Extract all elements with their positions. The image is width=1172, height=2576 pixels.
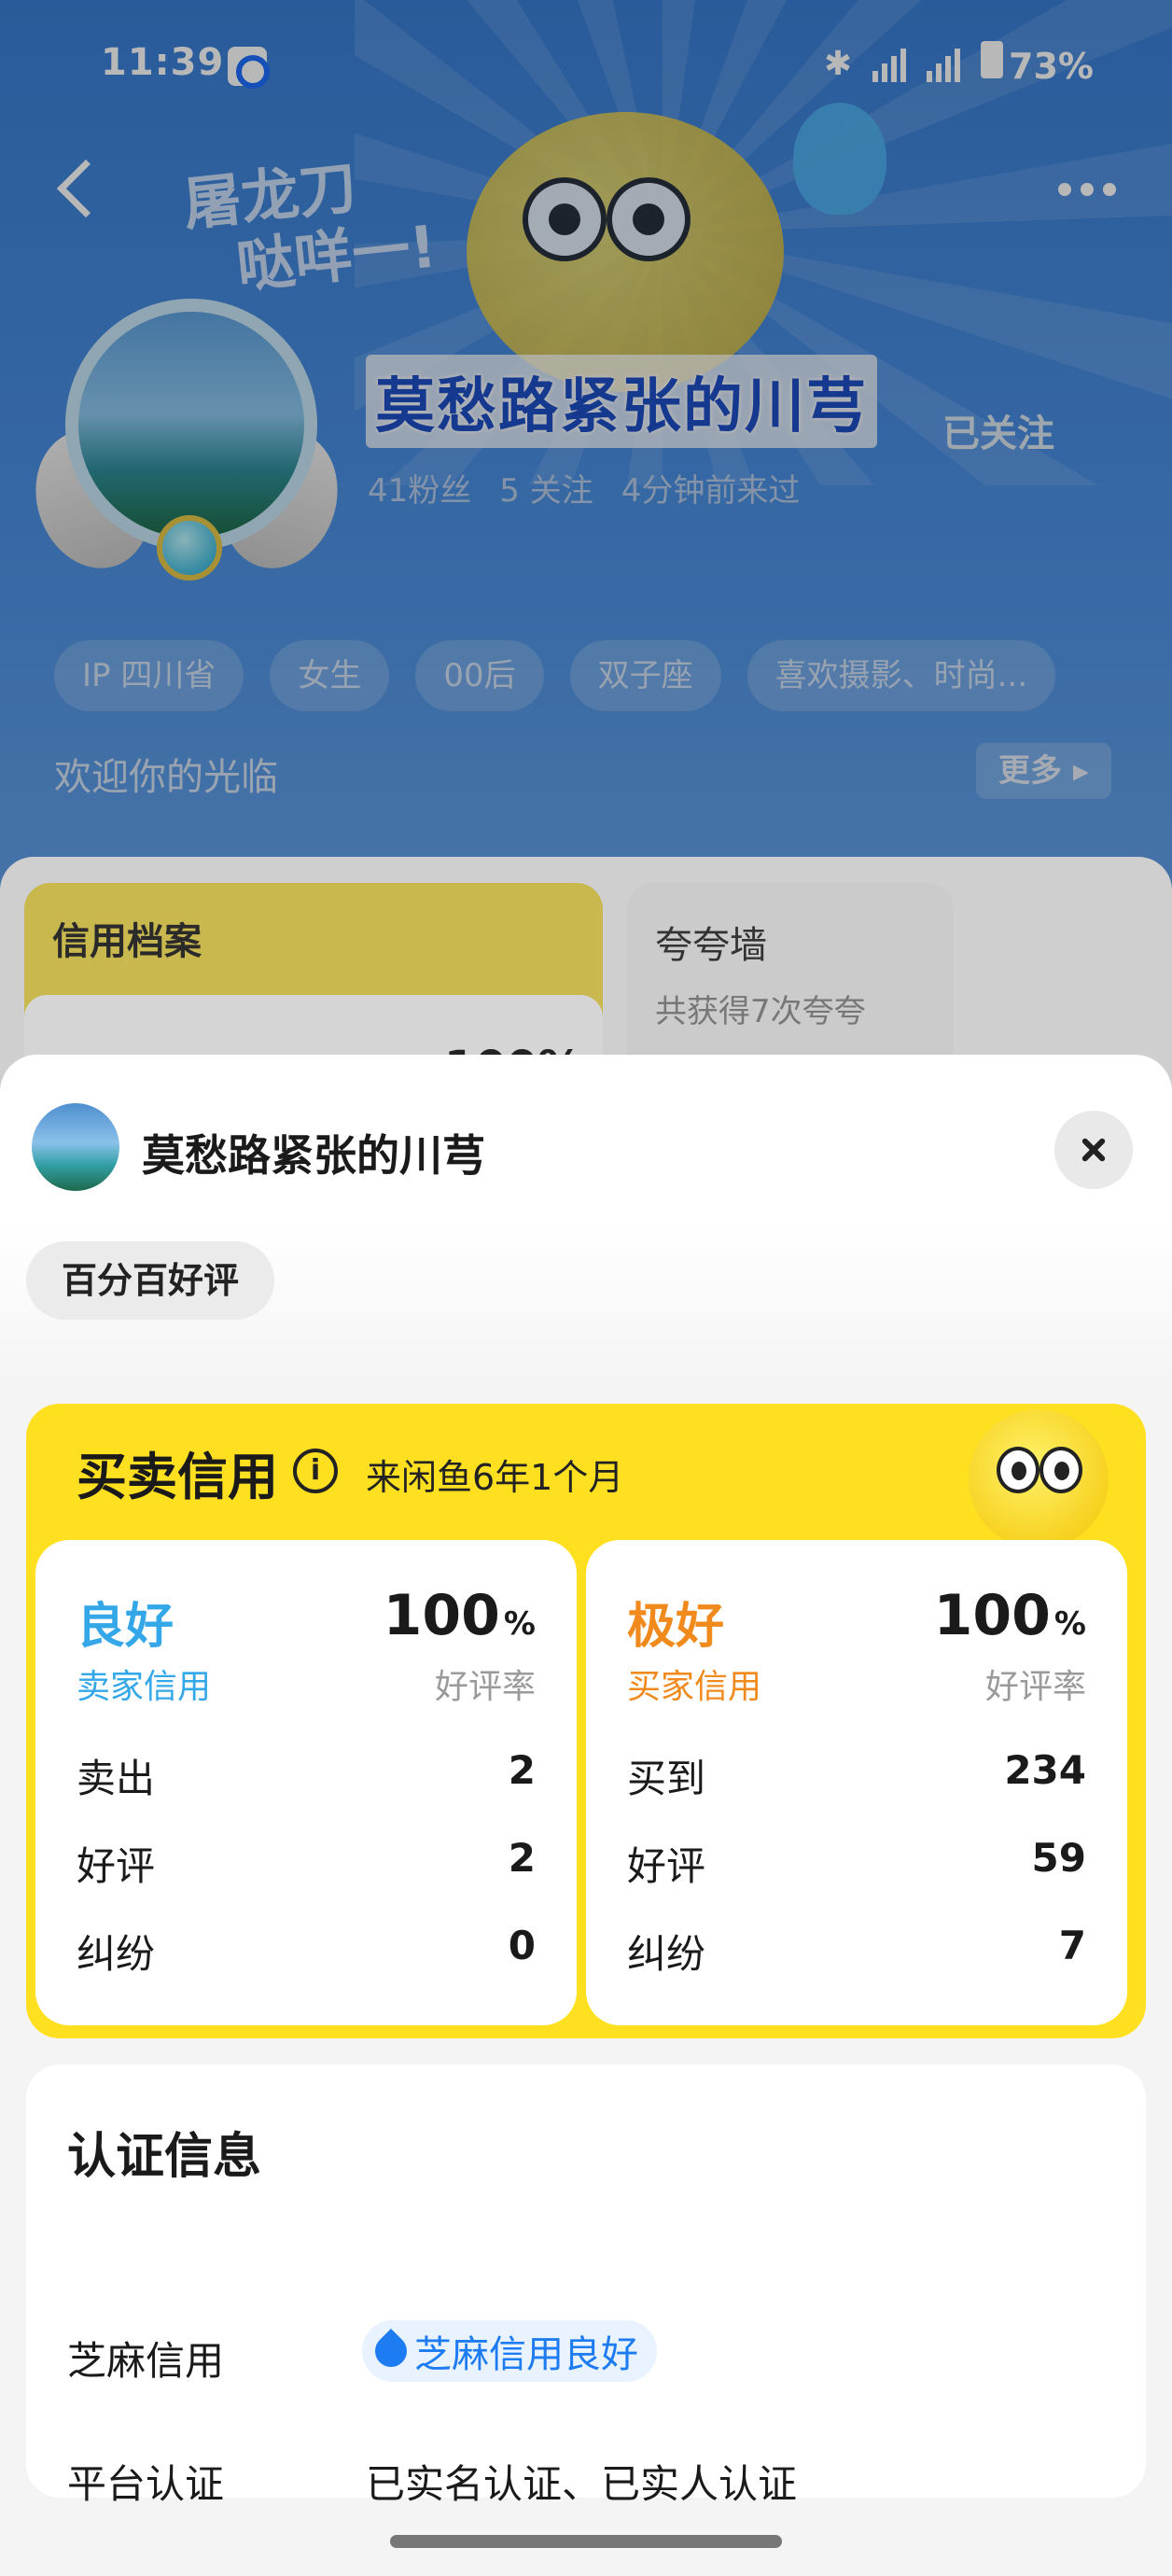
credit-profile-title: 信用档案 [52, 920, 202, 963]
home-indicator[interactable] [390, 2535, 782, 2548]
row-value: 7 [1058, 1923, 1086, 1968]
row-label: 好评 [627, 1843, 706, 1889]
seller-rate-value: 100 [383, 1583, 500, 1648]
zhima-credit-value: 芝麻信用良好 [414, 2333, 638, 2376]
buyer-row-good-reviews: 好评 59 [627, 1835, 1086, 1891]
platform-cert-label: 平台认证 [67, 2461, 225, 2507]
buyer-rate-label: 好评率 [984, 1668, 1086, 1706]
seller-credit-card: 良好 卖家信用 100% 好评率 卖出 2 好评 2 纠纷 0 [35, 1540, 577, 2025]
buyer-role-label: 买家信用 [627, 1668, 762, 1706]
row-value: 2 [508, 1835, 536, 1881]
seller-row-disputes: 纠纷 0 [77, 1923, 536, 1979]
membership-duration: 来闲鱼6年1个月 [366, 1457, 624, 1498]
seller-row-good-reviews: 好评 2 [77, 1835, 536, 1891]
row-label: 纠纷 [627, 1931, 706, 1977]
seller-rate: 100% [384, 1583, 536, 1648]
mascot-icon [969, 1409, 1109, 1549]
sheet-user-name: 莫愁路紧张的川芎 [142, 1130, 485, 1181]
seller-rate-unit: % [503, 1605, 536, 1643]
row-label: 卖出 [77, 1756, 156, 1801]
trade-credit-title: 买卖信用 [77, 1448, 278, 1506]
sheet-avatar [32, 1103, 119, 1191]
drop-icon [368, 2328, 414, 2374]
buyer-rate-unit: % [1053, 1605, 1086, 1643]
buyer-rate-value: 100 [933, 1583, 1051, 1648]
buyer-row-disputes: 纠纷 7 [627, 1923, 1086, 1979]
row-label: 纠纷 [77, 1931, 156, 1977]
zhima-credit-badge[interactable]: 芝麻信用良好 [362, 2320, 657, 2382]
seller-level: 良好 [77, 1599, 174, 1655]
buyer-rate: 100% [934, 1583, 1086, 1648]
credit-bottom-sheet: 莫愁路紧张的川芎 百分百好评 买卖信用 i 来闲鱼6年1个月 良好 卖家信用 1… [0, 1055, 1172, 2576]
row-value: 59 [1031, 1835, 1086, 1881]
trade-credit-card: 买卖信用 i 来闲鱼6年1个月 良好 卖家信用 100% 好评率 卖出 2 好评… [26, 1404, 1146, 2038]
zhima-credit-label: 芝麻信用 [67, 2338, 225, 2384]
row-value: 0 [508, 1923, 536, 1968]
buyer-row-bought: 买到 234 [627, 1747, 1086, 1803]
certification-title: 认证信息 [67, 2129, 262, 2185]
row-label: 好评 [77, 1843, 156, 1889]
close-icon[interactable] [1054, 1111, 1133, 1189]
seller-row-sold: 卖出 2 [77, 1747, 536, 1803]
row-value: 234 [1004, 1747, 1086, 1793]
row-value: 2 [508, 1747, 536, 1793]
buyer-credit-card: 极好 买家信用 100% 好评率 买到 234 好评 59 纠纷 7 [586, 1540, 1127, 2025]
info-icon[interactable]: i [293, 1449, 338, 1493]
praise-wall-count: 共获得7次夸夸 [655, 993, 866, 1030]
praise-badge: 百分百好评 [26, 1241, 275, 1320]
certification-card: 认证信息 芝麻信用 芝麻信用良好 平台认证 已实名认证、已实人认证 [26, 2065, 1146, 2507]
praise-wall-title: 夸夸墙 [655, 924, 767, 967]
sheet-header: 莫愁路紧张的川芎 [0, 1055, 1172, 1223]
seller-role-label: 卖家信用 [77, 1668, 212, 1706]
buyer-level: 极好 [627, 1599, 725, 1655]
platform-cert-value: 已实名认证、已实人认证 [366, 2461, 798, 2507]
seller-rate-label: 好评率 [434, 1668, 536, 1706]
badge-row: 百分百好评 [0, 1223, 1172, 1391]
row-label: 买到 [627, 1756, 706, 1801]
